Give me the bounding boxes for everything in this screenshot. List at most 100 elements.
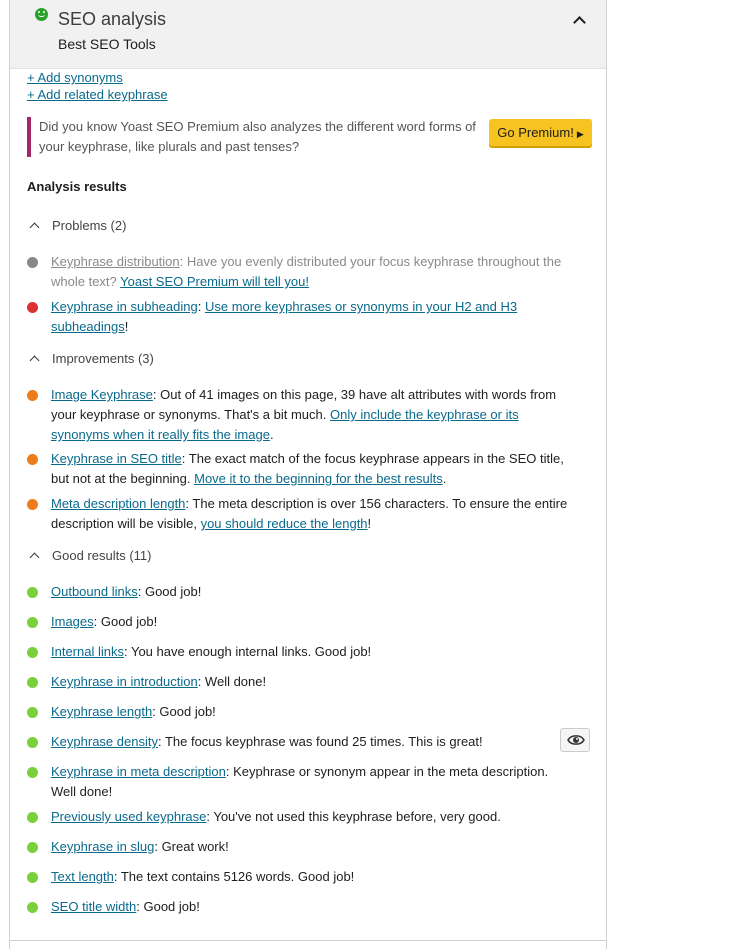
analysis-results-heading: Analysis results	[27, 179, 127, 194]
result-title-link[interactable]: Keyphrase in slug	[51, 839, 154, 854]
result-title-link[interactable]: Keyphrase density	[51, 734, 158, 749]
add-related-keyphrase-link[interactable]: + Add related keyphrase	[27, 87, 168, 102]
panel-title: SEO analysis	[58, 9, 167, 29]
result-title-link[interactable]: Keyphrase distribution	[51, 254, 180, 269]
result-description: : Great work!	[154, 839, 229, 854]
results-group-toggle[interactable]: Improvements (3)	[27, 351, 154, 366]
seo-analysis-panel: SEO analysis Best SEO Tools + Add synony…	[9, 0, 607, 949]
play-arrow-icon: ▶	[576, 129, 584, 139]
result-text: Images: Good job!	[51, 612, 575, 632]
result-punctuation: .	[442, 471, 447, 486]
analysis-result-item: Text length: The text contains 5126 word…	[27, 867, 575, 887]
results-group-toggle[interactable]: Good results (11)	[27, 548, 151, 563]
analysis-result-item: Keyphrase in SEO title: The exact match …	[27, 449, 575, 489]
status-bullet-good-icon	[27, 617, 38, 628]
status-bullet-good-icon	[27, 647, 38, 658]
analysis-result-item: Keyphrase density: The focus keyphrase w…	[27, 732, 575, 752]
status-bullet-good-icon	[27, 737, 38, 748]
status-bullet-good-icon	[27, 812, 38, 823]
analysis-result-item: Keyphrase distribution: Have you evenly …	[27, 252, 575, 292]
focus-keyphrase: Best SEO Tools	[58, 36, 156, 52]
results-group-label: Good results (11)	[52, 548, 152, 563]
result-description: : You have enough internal links. Good j…	[123, 644, 372, 659]
divider	[10, 940, 606, 941]
status-bullet-good-icon	[27, 767, 38, 778]
result-title-link[interactable]: Text length	[51, 869, 114, 884]
result-title-link[interactable]: Previously used keyphrase	[51, 809, 206, 824]
result-title-link[interactable]: Keyphrase in SEO title	[51, 451, 182, 466]
result-text: Image Keyphrase: Out of 41 images on thi…	[51, 385, 575, 445]
result-title-link[interactable]: Outbound links	[51, 584, 138, 599]
smiley-good-icon	[35, 8, 48, 21]
analysis-result-item: Keyphrase in subheading: Use more keyphr…	[27, 297, 575, 337]
result-title-link[interactable]: Image Keyphrase	[51, 387, 153, 402]
analysis-result-item: Keyphrase in slug: Great work!	[27, 837, 575, 857]
status-bullet-good-icon	[27, 677, 38, 688]
chevron-up-icon	[29, 552, 40, 563]
result-text: Previously used keyphrase: You've not us…	[51, 807, 575, 827]
result-description: : Good job!	[152, 704, 216, 719]
result-text: Keyphrase in subheading: Use more keyphr…	[51, 297, 575, 337]
chevron-up-icon	[29, 222, 40, 233]
result-text: Outbound links: Good job!	[51, 582, 575, 602]
result-advice-link[interactable]: Yoast SEO Premium will tell you!	[120, 274, 309, 289]
result-punctuation: .	[269, 427, 274, 442]
result-description: : You've not used this keyphrase before,…	[206, 809, 501, 824]
result-text: Keyphrase in slug: Great work!	[51, 837, 575, 857]
result-description: : Well done!	[197, 674, 267, 689]
result-punctuation: !	[124, 319, 129, 334]
result-title-link[interactable]: Meta description length	[51, 496, 185, 511]
result-description: : Good job!	[136, 899, 200, 914]
result-text: Meta description length: The meta descri…	[51, 494, 575, 534]
analysis-result-item: Keyphrase length: Good job!	[27, 702, 575, 722]
result-text: Keyphrase length: Good job!	[51, 702, 575, 722]
result-title-link[interactable]: Keyphrase in subheading	[51, 299, 198, 314]
result-title-link[interactable]: Keyphrase in meta description	[51, 764, 226, 779]
result-description: : The text contains 5126 words. Good job…	[113, 869, 355, 884]
analysis-result-item: Internal links: You have enough internal…	[27, 642, 575, 662]
result-punctuation: !	[367, 516, 372, 531]
result-advice-link[interactable]: Move it to the beginning for the best re…	[194, 471, 443, 486]
result-text: Keyphrase in introduction: Well done!	[51, 672, 575, 692]
result-title-link[interactable]: Images	[51, 614, 94, 629]
result-text: SEO title width: Good job!	[51, 897, 575, 917]
analysis-result-item: Outbound links: Good job!	[27, 582, 575, 602]
go-premium-button[interactable]: Go Premium! ▶	[489, 119, 592, 146]
chevron-up-icon[interactable]	[570, 10, 590, 30]
results-group-label: Improvements (3)	[52, 351, 154, 366]
status-bullet-good-icon	[27, 902, 38, 913]
result-title-link[interactable]: Keyphrase length	[51, 704, 152, 719]
analysis-result-item: Keyphrase in introduction: Well done!	[27, 672, 575, 692]
premium-notice: Did you know Yoast SEO Premium also anal…	[27, 117, 491, 157]
add-synonyms-link[interactable]: + Add synonyms	[27, 70, 123, 85]
analysis-result-item: Images: Good job!	[27, 612, 575, 632]
results-group-label: Problems (2)	[52, 218, 127, 233]
analysis-result-item: Image Keyphrase: Out of 41 images on thi…	[27, 385, 575, 445]
result-text: Keyphrase in SEO title: The exact match …	[51, 449, 575, 489]
status-bullet-ok-icon	[27, 390, 38, 401]
result-description: : The focus keyphrase was found 25 times…	[157, 734, 483, 749]
analysis-result-item: Keyphrase in meta description: Keyphrase…	[27, 762, 575, 802]
result-description: :	[197, 299, 205, 314]
status-bullet-good-icon	[27, 842, 38, 853]
result-description: : Good job!	[137, 584, 202, 599]
result-title-link[interactable]: Internal links	[51, 644, 124, 659]
result-text: Keyphrase distribution: Have you evenly …	[51, 252, 575, 292]
status-bullet-ok-icon	[27, 454, 38, 465]
status-bullet-disabled-icon	[27, 257, 38, 268]
analysis-result-item: Previously used keyphrase: You've not us…	[27, 807, 575, 827]
status-bullet-good-icon	[27, 587, 38, 598]
panel-header[interactable]: SEO analysis Best SEO Tools	[10, 0, 606, 69]
analysis-result-item: Meta description length: The meta descri…	[27, 494, 575, 534]
results-group-toggle[interactable]: Problems (2)	[27, 218, 126, 233]
chevron-up-icon	[29, 355, 40, 366]
status-bullet-ok-icon	[27, 499, 38, 510]
result-description: : Good job!	[93, 614, 158, 629]
result-title-link[interactable]: Keyphrase in introduction	[51, 674, 198, 689]
highlight-keyphrase-button[interactable]	[560, 728, 590, 752]
analysis-result-item: SEO title width: Good job!	[27, 897, 575, 917]
status-bullet-good-icon	[27, 707, 38, 718]
eye-icon	[567, 735, 585, 745]
result-title-link[interactable]: SEO title width	[51, 899, 136, 914]
result-advice-link[interactable]: you should reduce the length	[201, 516, 368, 531]
